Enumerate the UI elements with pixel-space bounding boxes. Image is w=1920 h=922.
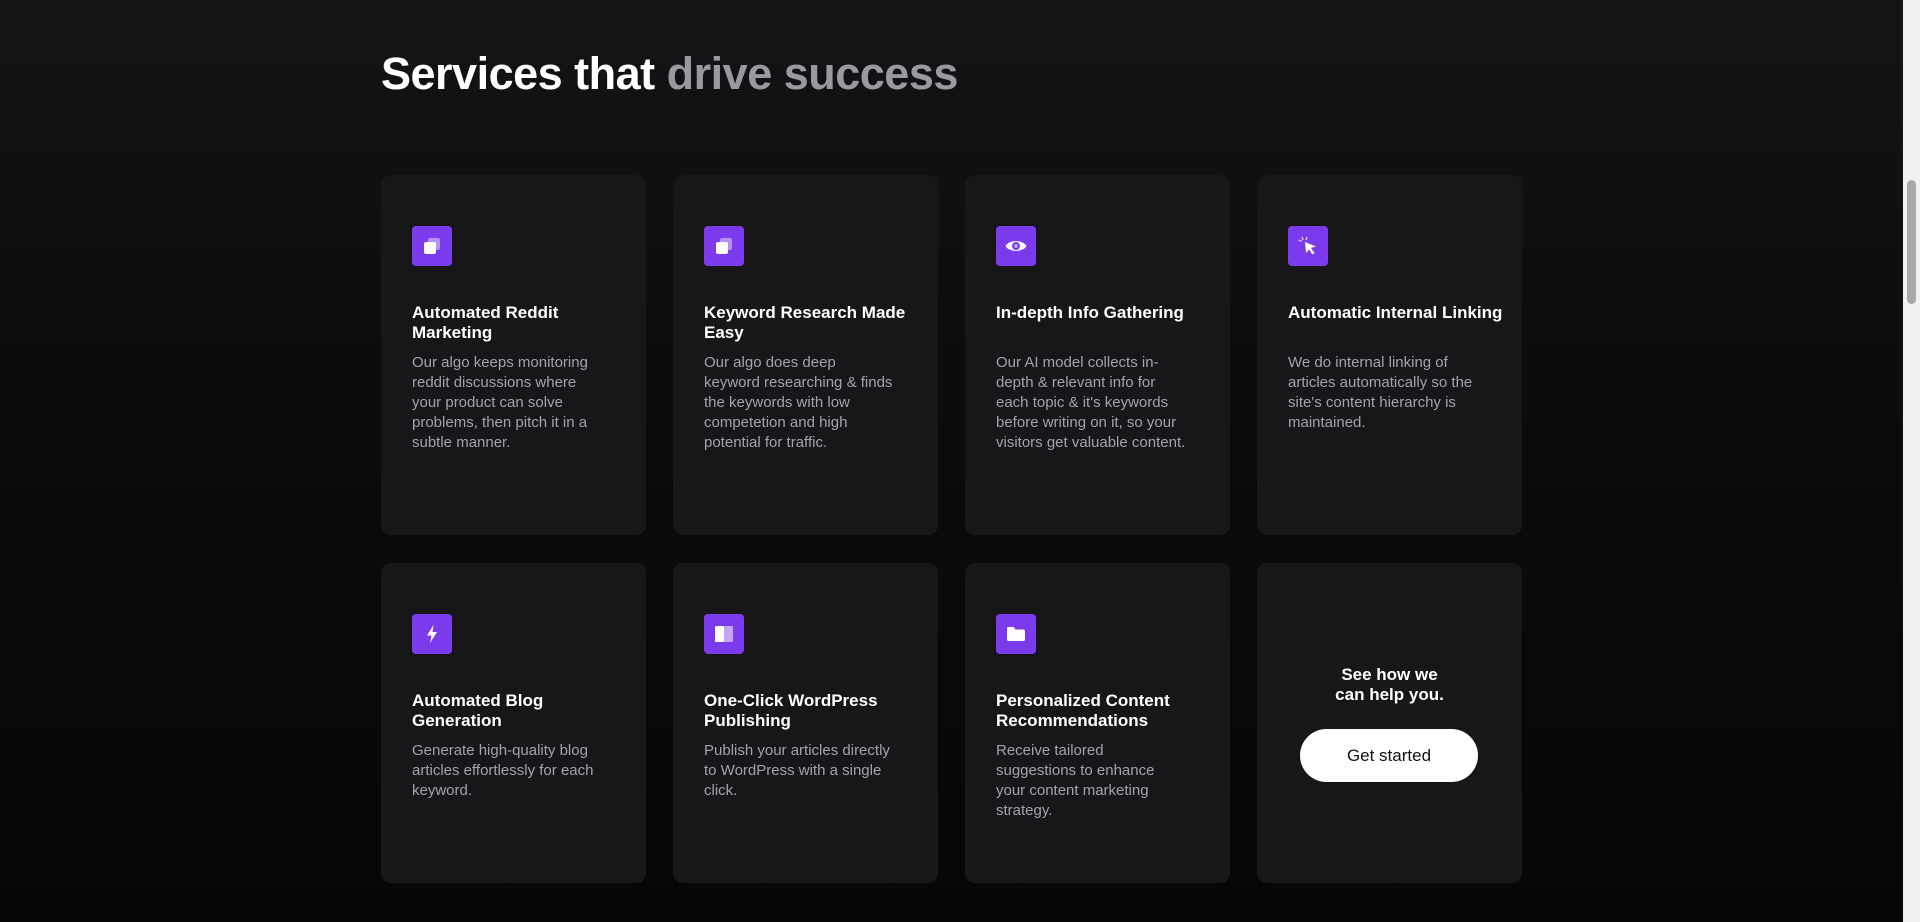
service-card-internal-linking: Automatic Internal Linking We do interna… [1257, 175, 1522, 535]
heading-strong-text: Services that [381, 48, 655, 99]
scrollbar-thumb[interactable] [1907, 180, 1916, 304]
service-title: Automatic Internal Linking [1288, 303, 1503, 322]
service-description: Our algo does deep keyword researching &… [704, 354, 893, 451]
service-title: Personalized Content Recommendations [996, 691, 1170, 730]
page-scrollbar[interactable] [1903, 0, 1920, 922]
service-card-content-recommendations: Personalized Content Recommendations Rec… [965, 563, 1230, 883]
service-description: Generate high-quality blog articles effo… [412, 742, 594, 799]
service-card-reddit-marketing: Automated Reddit Marketing Our algo keep… [381, 175, 646, 535]
service-description: Receive tailored suggestions to enhance … [996, 742, 1155, 819]
service-description: We do internal linking of articles autom… [1288, 354, 1473, 431]
get-started-button[interactable]: Get started [1300, 729, 1478, 782]
eye-icon [996, 226, 1036, 266]
service-description: Our AI model collects in-depth & relevan… [996, 354, 1186, 451]
folder-icon [996, 614, 1036, 654]
cursor-click-icon [1288, 226, 1328, 266]
copy-icon [412, 226, 452, 266]
cta-line-2: can help you. [1335, 685, 1444, 704]
copy-icon [704, 226, 744, 266]
section-heading: Services that drive success [381, 46, 958, 102]
cta-card: See how we can help you. Get started [1257, 563, 1522, 883]
service-card-keyword-research: Keyword Research Made Easy Our algo does… [673, 175, 938, 535]
services-page: Services that drive success Automated Re… [0, 0, 1920, 922]
service-title: Keyword Research Made Easy [704, 303, 906, 342]
service-card-info-gathering: In-depth Info Gathering Our AI model col… [965, 175, 1230, 535]
lightning-bolt-icon [412, 614, 452, 654]
service-title: Automated Reddit Marketing [412, 303, 559, 342]
book-open-icon [704, 614, 744, 654]
cta-text: See how we can help you. [1257, 665, 1522, 705]
service-title: Automated Blog Generation [412, 691, 544, 730]
service-title: In-depth Info Gathering [996, 303, 1184, 322]
service-title: One-Click WordPress Publishing [704, 691, 878, 730]
service-description: Publish your articles directly to WordPr… [704, 742, 890, 799]
service-description: Our algo keeps monitoring reddit discuss… [412, 354, 588, 451]
service-card-blog-generation: Automated Blog Generation Generate high-… [381, 563, 646, 883]
heading-muted-text: drive success [666, 48, 959, 99]
cta-line-1: See how we [1341, 665, 1438, 684]
service-card-wordpress-publishing: One-Click WordPress Publishing Publish y… [673, 563, 938, 883]
